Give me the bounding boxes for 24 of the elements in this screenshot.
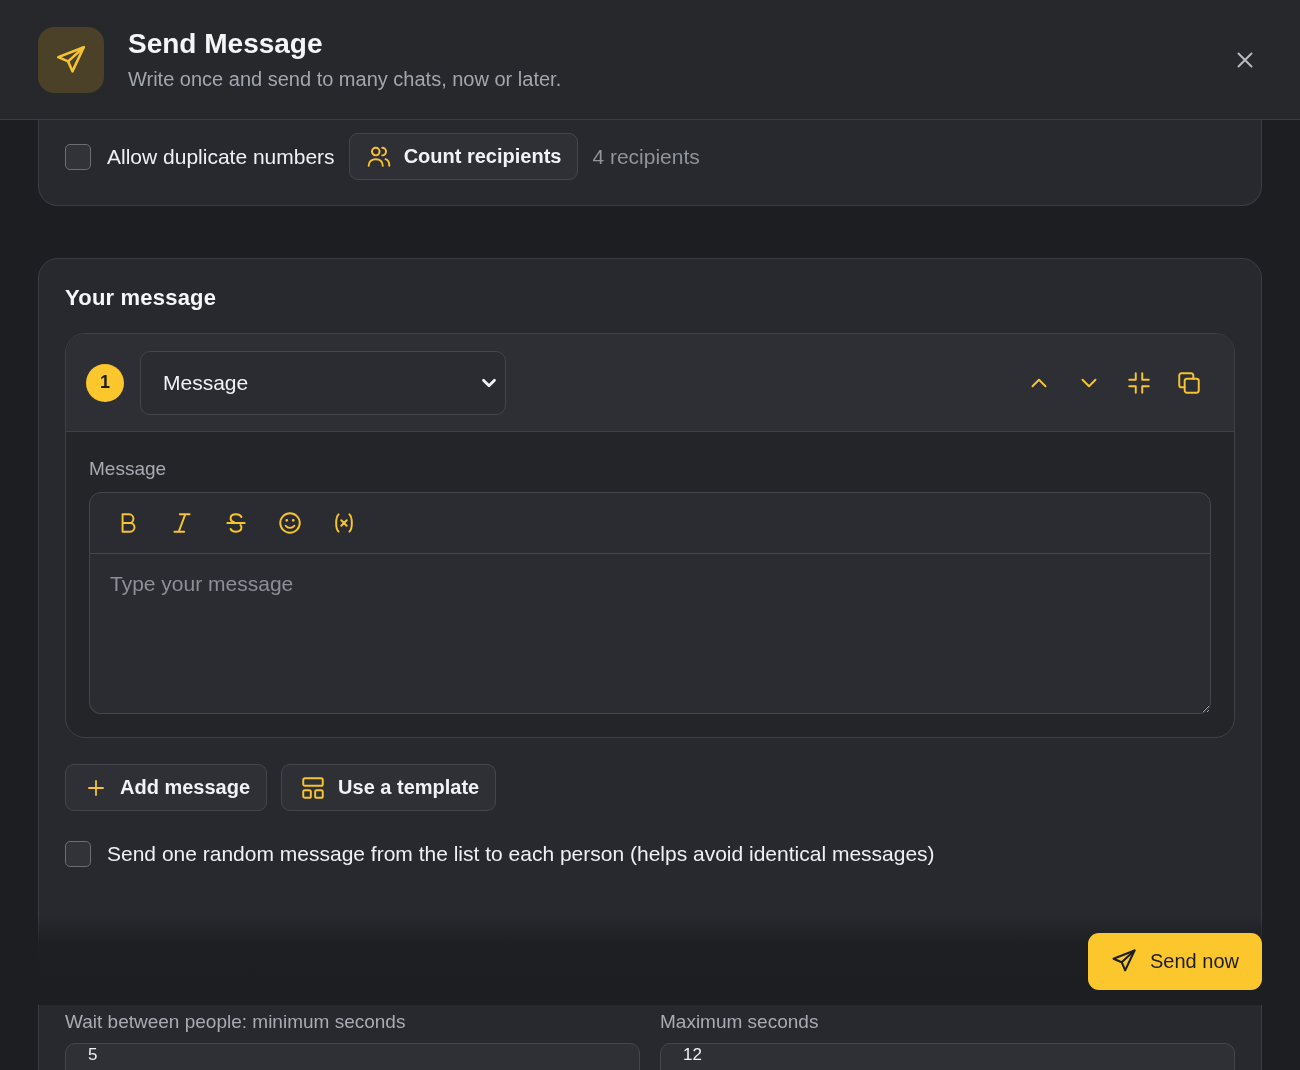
layout-icon bbox=[300, 774, 327, 801]
checkbox-label: Allow duplicate numbers bbox=[107, 144, 335, 169]
send-now-button[interactable]: Send now bbox=[1088, 932, 1262, 990]
collapse-icon[interactable] bbox=[1126, 369, 1152, 396]
checkbox[interactable] bbox=[65, 143, 91, 170]
step-number-badge: 1 bbox=[86, 363, 124, 402]
seconds-input[interactable]: 12 bbox=[660, 1043, 1235, 1070]
use-template-button[interactable]: Use a template bbox=[281, 764, 497, 811]
seconds-input[interactable]: 5 bbox=[65, 1043, 640, 1070]
field-label: Maximum seconds bbox=[660, 1011, 820, 1033]
field-label: Wait between people: minimum seconds bbox=[65, 1011, 407, 1033]
checkbox-label: Send one random message from the list to each person (helps avoid identical messages) bbox=[107, 842, 935, 866]
smiley-icon[interactable] bbox=[277, 510, 303, 536]
message-input[interactable]: Type your message bbox=[89, 554, 1211, 714]
message-type-select[interactable]: Message bbox=[140, 350, 506, 415]
add-message-button[interactable]: Add message bbox=[65, 764, 268, 811]
dialog-title: Send Message bbox=[128, 28, 324, 60]
copy-icon[interactable] bbox=[1176, 369, 1202, 396]
count-recipients-button[interactable]: Count recipients bbox=[348, 133, 579, 180]
field-label: Message bbox=[89, 458, 168, 480]
checkbox[interactable] bbox=[65, 841, 91, 867]
section-title: Your message bbox=[65, 285, 218, 311]
dialog-subtitle: Write once and send to many chats, now or later. bbox=[128, 68, 563, 91]
recipient-count: 4 recipients bbox=[592, 144, 700, 169]
